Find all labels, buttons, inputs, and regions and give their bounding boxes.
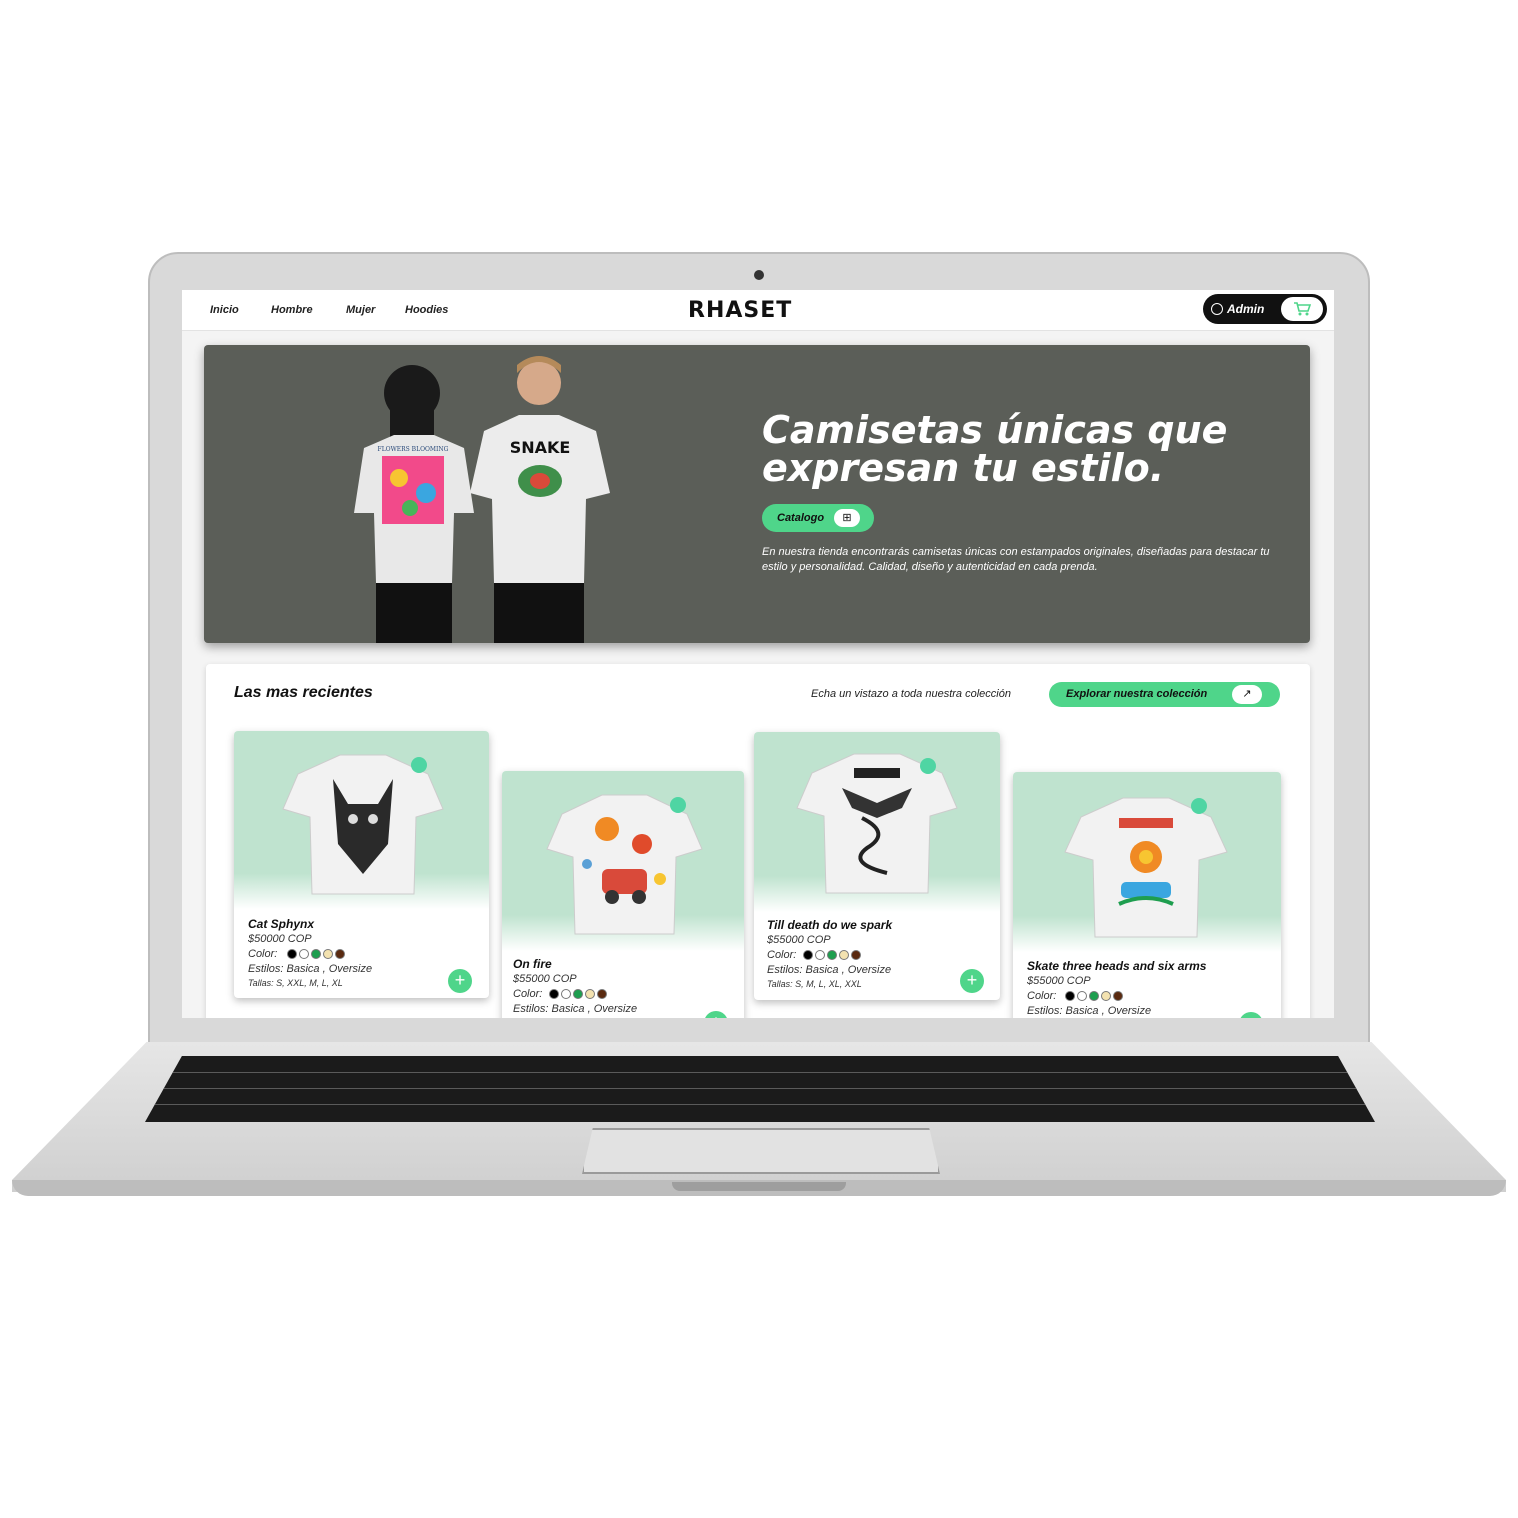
tag-icon <box>920 758 936 774</box>
swatch-green[interactable] <box>827 950 837 960</box>
nav-link-inicio[interactable]: Inicio <box>210 304 239 316</box>
product-color-label: Color: <box>767 949 797 961</box>
cart-icon <box>1294 302 1311 316</box>
catalog-button-label: Catalogo <box>777 512 825 524</box>
arrow-up-right-icon: ↗ <box>1232 685 1262 704</box>
product-styles: Estilos: Basica , Oversize <box>513 1003 638 1015</box>
swatch-brown[interactable] <box>1113 991 1123 1001</box>
product-sizes: Tallas: S, XXL, M, L, XL <box>248 978 343 988</box>
add-to-cart-button[interactable]: + <box>704 1011 728 1018</box>
swatch-cream[interactable] <box>323 949 333 959</box>
color-swatches <box>803 950 861 960</box>
flowers-print: FLOWERS BLOOMING <box>378 446 449 453</box>
product-name: Cat Sphynx <box>248 917 315 931</box>
user-icon <box>1211 303 1223 315</box>
tag-icon <box>670 797 686 813</box>
swatch-black[interactable] <box>803 950 813 960</box>
color-swatches <box>1065 991 1123 1001</box>
product-color-label: Color: <box>1027 990 1057 1002</box>
product-price: $55000 COP <box>513 973 577 985</box>
brand-logo[interactable]: RHASET <box>688 298 792 323</box>
tag-icon <box>1191 798 1207 814</box>
webcam <box>754 270 764 280</box>
color-swatches <box>287 949 345 959</box>
snake-print: SNAKE <box>510 438 571 457</box>
product-sizes: Tallas: S, M, L, XL, XXL <box>767 979 862 989</box>
browser-screen: Inicio Hombre Mujer Hoodies RHASET Admin… <box>182 290 1334 1018</box>
add-to-cart-button[interactable]: + <box>1239 1012 1263 1018</box>
product-name: On fire <box>513 957 552 971</box>
product-color-label: Color: <box>513 988 543 1000</box>
laptop-notch <box>672 1182 846 1191</box>
keyboard <box>145 1056 1375 1122</box>
admin-button[interactable]: Admin <box>1203 294 1327 324</box>
hero-models-image: FLOWERS BLOOMING SNAKE <box>354 356 610 643</box>
product-price: $55000 COP <box>1027 975 1091 987</box>
product-name: Till death do we spark <box>767 918 893 932</box>
product-image <box>234 731 489 909</box>
explore-collection-button[interactable]: Explorar nuestra colección ↗ <box>1049 682 1280 707</box>
swatch-green[interactable] <box>573 989 583 999</box>
admin-label: Admin <box>1227 302 1265 316</box>
hero-description: En nuestra tienda encontrarás camisetas … <box>762 546 1270 573</box>
swatch-brown[interactable] <box>851 950 861 960</box>
nav-link-mujer[interactable]: Mujer <box>346 304 375 316</box>
swatch-white[interactable] <box>1077 991 1087 1001</box>
trackpad <box>582 1128 940 1174</box>
product-price: $50000 COP <box>248 933 312 945</box>
swatch-white[interactable] <box>561 989 571 999</box>
swatch-white[interactable] <box>299 949 309 959</box>
explore-button-label: Explorar nuestra colección <box>1066 688 1208 700</box>
tshirt-image <box>1064 797 1228 938</box>
swatch-cream[interactable] <box>585 989 595 999</box>
catalog-button[interactable]: Catalogo ⊞ <box>762 504 874 532</box>
product-name: Skate three heads and six arms <box>1027 959 1207 973</box>
recent-section-subtitle: Echa un vistazo a toda nuestra colección <box>811 688 1011 700</box>
swatch-brown[interactable] <box>597 989 607 999</box>
top-nav: Inicio Hombre Mujer Hoodies RHASET Admin <box>182 290 1334 331</box>
product-image <box>1013 772 1281 952</box>
swatch-black[interactable] <box>287 949 297 959</box>
swatch-cream[interactable] <box>1101 991 1111 1001</box>
product-price: $55000 COP <box>767 934 831 946</box>
swatch-cream[interactable] <box>839 950 849 960</box>
cart-button[interactable] <box>1281 297 1323 321</box>
product-color-label: Color: <box>248 948 278 960</box>
product-card[interactable]: Till death do we spark $55000 COP Color:… <box>754 732 1000 1000</box>
add-to-cart-button[interactable]: + <box>448 969 472 993</box>
hero-title: Camisetas únicas que expresan tu estilo. <box>762 408 1228 490</box>
product-image <box>754 732 1000 912</box>
grid-icon: ⊞ <box>834 509 860 527</box>
tshirt-image <box>796 753 958 894</box>
product-styles: Estilos: Basica , Oversize <box>248 963 373 975</box>
add-to-cart-button[interactable]: + <box>960 969 984 993</box>
swatch-black[interactable] <box>1065 991 1075 1001</box>
product-styles: Estilos: Basica , Oversize <box>767 964 892 976</box>
swatch-brown[interactable] <box>335 949 345 959</box>
swatch-green[interactable] <box>1089 991 1099 1001</box>
product-card[interactable]: Skate three heads and six arms $55000 CO… <box>1013 772 1281 1018</box>
nav-link-hoodies[interactable]: Hoodies <box>405 304 448 316</box>
nav-link-hombre[interactable]: Hombre <box>271 304 313 316</box>
swatch-black[interactable] <box>549 989 559 999</box>
product-card[interactable]: On fire $55000 COP Color: Estilos: Basic… <box>502 771 744 1018</box>
swatch-white[interactable] <box>815 950 825 960</box>
hero-banner: FLOWERS BLOOMING SNAKE Camisetas únicas … <box>204 345 1310 643</box>
product-card[interactable]: Cat Sphynx $50000 COP Color: Estilos: Ba… <box>234 731 489 998</box>
color-swatches <box>549 989 607 999</box>
recent-section-title: Las mas recientes <box>234 684 373 701</box>
product-styles: Estilos: Basica , Oversize <box>1027 1005 1152 1017</box>
tag-icon <box>411 757 427 773</box>
swatch-green[interactable] <box>311 949 321 959</box>
product-image <box>502 771 744 951</box>
